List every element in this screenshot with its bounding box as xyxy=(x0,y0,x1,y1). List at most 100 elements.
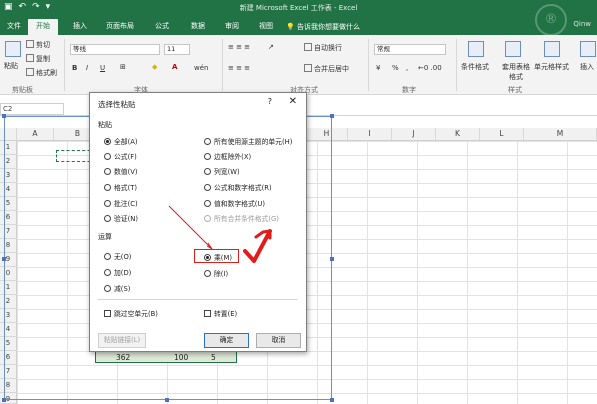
font-size-combo[interactable]: 11 xyxy=(164,44,190,55)
insert-cells-button[interactable]: 插入 xyxy=(580,62,594,72)
bold-button[interactable]: B xyxy=(72,64,77,72)
frame-handle xyxy=(165,398,169,402)
borders-icon[interactable]: ⊞ xyxy=(120,63,126,71)
option-label: 边框除外(X) xyxy=(214,153,252,161)
radio-icon xyxy=(204,167,211,175)
tab-view[interactable]: 视图 xyxy=(252,19,280,35)
phonetic-button[interactable]: wén xyxy=(194,64,208,72)
dialog-title: 选择性粘贴 xyxy=(98,100,136,109)
paste-values-radio[interactable]: 数值(V) xyxy=(104,166,138,176)
radio-icon xyxy=(204,269,211,277)
skip-blanks-checkbox[interactable]: 跳过空单元(B) xyxy=(104,308,158,318)
user-name: Qinw xyxy=(573,20,591,28)
paste-all-source-theme-radio[interactable]: 所有使用源主题的单元(H) xyxy=(204,136,292,146)
paste-column-widths-radio[interactable]: 列宽(W) xyxy=(204,166,240,176)
option-label: 所有使用源主题的单元(H) xyxy=(214,138,293,146)
option-label: 数值(V) xyxy=(114,168,138,176)
conditional-format-button[interactable]: 条件格式 xyxy=(461,62,489,72)
cut-button[interactable]: 剪切 xyxy=(26,40,50,50)
insert-cells-icon xyxy=(580,41,596,57)
scissors-icon xyxy=(26,40,34,48)
tab-file[interactable]: 文件 xyxy=(2,19,26,35)
paste-special-dialog: 选择性粘贴 ? ✕ 粘贴 全部(A) 公式(F) 数值(V) 格式(T) 批注(… xyxy=(89,92,307,352)
currency-icon[interactable]: ¥ xyxy=(376,64,380,72)
orientation-icon[interactable]: ↗ xyxy=(268,43,274,51)
italic-button[interactable]: I xyxy=(86,64,88,72)
lightbulb-icon: 💡 xyxy=(286,23,295,31)
font-name-combo[interactable]: 等线 xyxy=(70,44,160,55)
paste-merge-conditional-radio: 所有合并条件格式(G) xyxy=(204,213,279,223)
ribbon: 粘贴 剪切 复制 格式刷 剪贴板 等线 11 B I U ⊞ ◆ A wén 字… xyxy=(0,35,597,95)
percent-button[interactable]: % xyxy=(392,64,399,72)
align-top-icon[interactable]: ≡ ≡ ≡ xyxy=(228,43,250,51)
fill-color-icon[interactable]: ◆ xyxy=(152,63,157,71)
copy-label: 复制 xyxy=(36,55,50,63)
cell-styles-button[interactable]: 单元格样式 xyxy=(534,62,569,72)
align-left-icon[interactable]: ≡ ≡ ≡ xyxy=(228,64,250,72)
column-header[interactable]: I xyxy=(348,128,392,141)
frame-handle xyxy=(2,398,6,402)
paste-formulas-radio[interactable]: 公式(F) xyxy=(104,151,137,161)
tab-page-layout[interactable]: 页面布局 xyxy=(100,19,140,35)
radio-icon xyxy=(104,183,111,191)
format-painter-button[interactable]: 格式刷 xyxy=(26,68,57,78)
paste-all-radio[interactable]: 全部(A) xyxy=(104,136,138,146)
help-button[interactable]: ? xyxy=(268,97,272,106)
tell-me-text: 告诉我你想要做什么 xyxy=(296,23,360,31)
paste-validation-radio[interactable]: 验证(N) xyxy=(104,213,138,223)
operation-subtract-radio[interactable]: 减(S) xyxy=(104,283,130,293)
wrap-text-button[interactable]: 自动换行 xyxy=(304,43,342,53)
tab-home[interactable]: 开始 xyxy=(28,19,58,35)
section-divider xyxy=(98,299,298,300)
radio-icon xyxy=(204,199,211,207)
operation-add-radio[interactable]: 加(D) xyxy=(104,267,131,277)
paste-values-numbers-radio[interactable]: 值和数字格式(U) xyxy=(204,198,265,208)
paste-link-button: 粘贴链接(L) xyxy=(98,333,146,348)
paste-formats-radio[interactable]: 格式(T) xyxy=(104,182,137,192)
tab-review[interactable]: 审阅 xyxy=(218,19,246,35)
decimal-icon[interactable]: ←0 .00 xyxy=(418,64,442,72)
checkbox-icon xyxy=(204,309,211,317)
paste-comments-radio[interactable]: 批注(C) xyxy=(104,198,138,208)
number-group-label: 数字 xyxy=(402,86,416,94)
title-bar: ▣ ↶ ↷ ▾ 新建 Microsoft Excel 工作表 - Excel xyxy=(0,0,597,16)
cancel-button[interactable]: 取消 xyxy=(256,333,301,348)
checkbox-icon xyxy=(104,309,111,317)
paste-button[interactable]: 粘贴 xyxy=(4,61,18,71)
paste-icon[interactable] xyxy=(5,41,21,57)
transpose-checkbox[interactable]: 转置(E) xyxy=(204,308,237,318)
radio-icon xyxy=(204,183,211,191)
column-header[interactable]: K xyxy=(436,128,480,141)
comma-button[interactable]: , xyxy=(406,64,408,72)
format-as-table-button[interactable]: 套用表格格式 xyxy=(500,62,532,82)
paste-formulas-numbers-radio[interactable]: 公式和数字格式(R) xyxy=(204,182,272,192)
operation-none-radio[interactable]: 无(O) xyxy=(104,251,131,261)
radio-icon xyxy=(104,252,111,260)
copy-button[interactable]: 复制 xyxy=(26,54,50,64)
format-as-table-icon xyxy=(505,41,521,57)
font-color-button[interactable]: A xyxy=(172,63,177,71)
merge-center-button[interactable]: 合并后居中 xyxy=(304,64,349,74)
operation-divide-radio[interactable]: 除(I) xyxy=(204,268,228,278)
underline-button[interactable]: U xyxy=(100,64,105,72)
format-painter-label: 格式刷 xyxy=(36,69,57,77)
frame-handle xyxy=(2,114,6,118)
ok-button[interactable]: 确定 xyxy=(204,333,249,348)
tab-formulas[interactable]: 公式 xyxy=(148,19,176,35)
name-box[interactable]: C2 xyxy=(0,103,64,115)
frame-handle xyxy=(330,114,334,118)
paste-except-borders-radio[interactable]: 边框除外(X) xyxy=(204,151,251,161)
radio-icon xyxy=(204,214,211,222)
option-label: 转置(E) xyxy=(214,310,238,318)
tab-insert[interactable]: 插入 xyxy=(66,19,94,35)
number-format-combo[interactable]: 常规 xyxy=(374,44,446,55)
tell-me-box[interactable]: 💡 告诉我你想要做什么 xyxy=(286,22,360,32)
wrap-text-icon xyxy=(304,43,312,51)
close-icon[interactable]: ✕ xyxy=(289,96,297,107)
column-header[interactable]: M xyxy=(524,128,597,141)
column-header[interactable]: J xyxy=(392,128,436,141)
frame-handle xyxy=(330,398,334,402)
column-header[interactable]: L xyxy=(480,128,524,141)
conditional-format-icon xyxy=(468,41,484,57)
tab-data[interactable]: 数据 xyxy=(184,19,212,35)
